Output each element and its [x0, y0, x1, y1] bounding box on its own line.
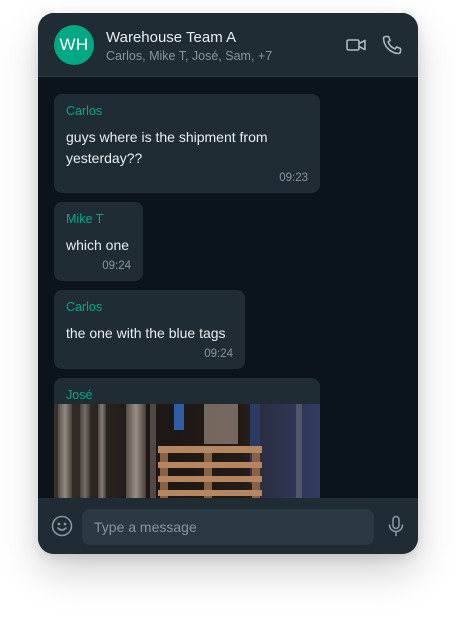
message-sender: Carlos — [66, 104, 103, 118]
emoji-button[interactable] — [50, 514, 74, 538]
message-sender: Mike T — [66, 212, 104, 226]
warehouse-pallets-image — [54, 404, 320, 498]
chat-title: Warehouse Team A — [106, 29, 237, 46]
message-time: 09:23 — [279, 172, 308, 184]
message-composer — [38, 498, 418, 554]
voice-call-button[interactable] — [380, 33, 404, 57]
message-text: which one — [66, 237, 130, 253]
voice-message-button[interactable] — [384, 514, 408, 538]
message-text: guys where is the shipment from yesterda… — [66, 129, 268, 166]
message-bubble[interactable]: Carlos guys where is the shipment from y… — [54, 94, 320, 193]
message-sender: José — [66, 388, 93, 402]
phone-icon — [382, 35, 402, 55]
chat-header[interactable]: WH Warehouse Team A Carlos, Mike T, José… — [38, 13, 418, 77]
message-bubble[interactable]: Mike T which one 09:24 — [54, 202, 143, 281]
chat-window: WH Warehouse Team A Carlos, Mike T, José… — [38, 13, 418, 554]
chat-members: Carlos, Mike T, José, Sam, +7 — [106, 49, 273, 63]
message-time: 09:24 — [102, 260, 131, 272]
image-attachment[interactable] — [54, 404, 320, 498]
message-list[interactable]: Carlos guys where is the shipment from y… — [38, 77, 418, 498]
message-input[interactable] — [82, 509, 374, 545]
message-text: the one with the blue tags — [66, 325, 226, 341]
video-camera-icon — [346, 39, 366, 51]
message-sender: Carlos — [66, 300, 103, 314]
microphone-icon — [388, 515, 404, 537]
message-time: 09:24 — [204, 348, 233, 360]
group-avatar[interactable]: WH — [54, 25, 94, 65]
message-bubble[interactable]: José — [54, 378, 320, 498]
video-call-button[interactable] — [344, 33, 368, 57]
emoji-icon — [51, 515, 73, 537]
message-bubble[interactable]: Carlos the one with the blue tags 09:24 — [54, 290, 245, 369]
